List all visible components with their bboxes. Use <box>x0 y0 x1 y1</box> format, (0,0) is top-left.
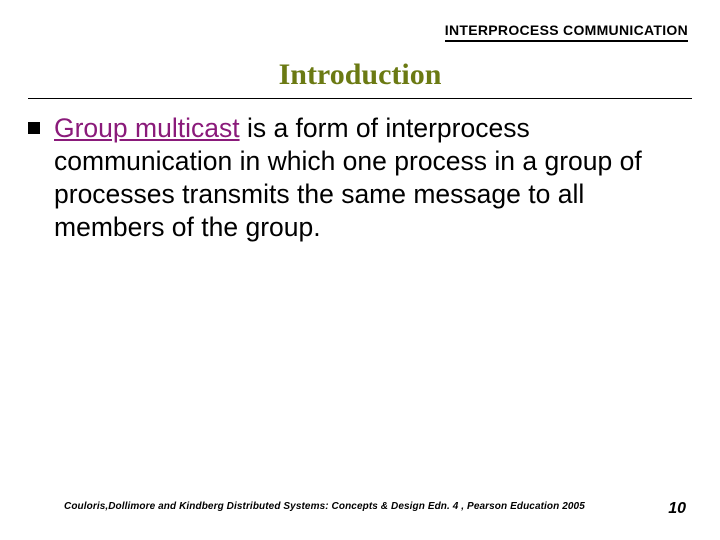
header: INTERPROCESS COMMUNICATION <box>445 22 688 42</box>
content-area: Group multicast is a form of interproces… <box>28 112 692 245</box>
highlight-term: Group multicast <box>54 113 240 143</box>
slide-title: Introduction <box>28 58 692 98</box>
bullet-item: Group multicast is a form of interproces… <box>28 112 692 245</box>
footer-citation: Couloris,Dollimore and Kindberg Distribu… <box>64 501 585 512</box>
body-paragraph: Group multicast is a form of interproces… <box>54 112 692 245</box>
title-divider <box>28 98 692 99</box>
square-bullet-icon <box>28 122 40 134</box>
header-label: INTERPROCESS COMMUNICATION <box>445 22 688 42</box>
page-number: 10 <box>668 500 686 518</box>
title-section: Introduction <box>28 58 692 99</box>
